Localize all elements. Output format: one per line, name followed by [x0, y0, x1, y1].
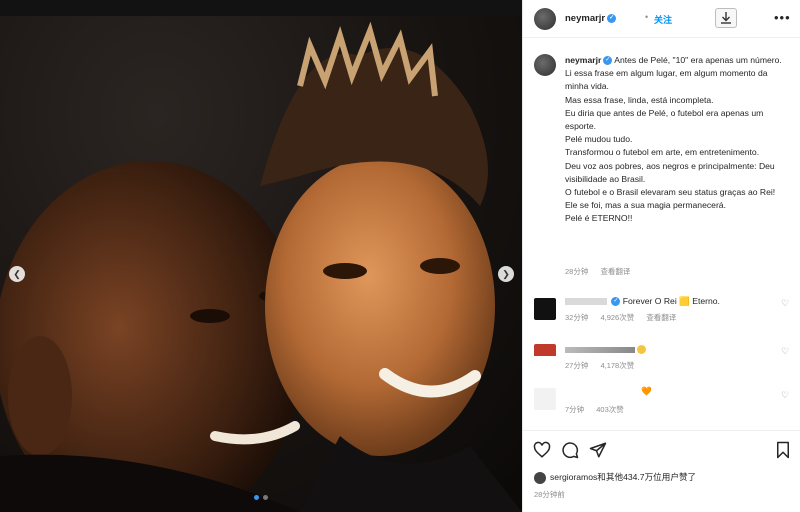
blurred-username [565, 298, 607, 306]
avatar[interactable] [534, 388, 556, 410]
comment-like-icon[interactable]: ♡ [781, 298, 789, 309]
caption-meta: 28分钟 查看翻译 [565, 266, 640, 277]
post-side-panel: neymarjr ✓ • 关注 ••• neymarjr ✓ Antes de Pe… [522, 0, 800, 512]
instagram-post-view: ❮ ❯ neymarjr ✓ • 关注 ••• neymarjr ✓ Antes… [0, 0, 800, 512]
verified-badge-icon: ✓ [603, 56, 613, 66]
comment-meta: 7分钟 403次赞 [565, 404, 634, 415]
translate-link[interactable]: 查看翻译 [646, 313, 676, 322]
comment-likes[interactable]: 403次赞 [596, 405, 624, 414]
like-button[interactable] [533, 441, 551, 461]
avatar[interactable] [534, 8, 556, 30]
username-link[interactable]: neymarjr ✓ [565, 13, 617, 24]
post-photo[interactable]: ❮ ❯ [0, 16, 522, 512]
post-header: neymarjr ✓ • 关注 ••• [523, 0, 800, 38]
download-button[interactable] [715, 8, 737, 28]
action-bar: sergioramos和其他434.7万位用户赞了 28分钟前 [523, 430, 800, 512]
photo-illustration [0, 21, 522, 512]
blurred-username [565, 346, 635, 353]
emoji-icon [637, 345, 647, 355]
comment-body: Forever O Rei 🟨 Eterno. [622, 296, 720, 306]
post-time: 28分钟前 [534, 490, 565, 499]
comment-text [565, 344, 647, 355]
separator: • [645, 12, 649, 22]
comment-text: ✓ Forever O Rei 🟨 Eterno. [565, 296, 720, 307]
translate-link[interactable]: 查看翻译 [600, 267, 630, 276]
previous-image-button[interactable]: ❮ [9, 266, 25, 282]
more-options-button[interactable]: ••• [774, 10, 791, 25]
next-image-button[interactable]: ❯ [498, 266, 514, 282]
likes-summary[interactable]: sergioramos和其他434.7万位用户赞了 [534, 471, 696, 484]
carousel-dot [254, 495, 259, 500]
top-bar [0, 0, 522, 16]
avatar[interactable] [534, 54, 556, 76]
comment-like-icon[interactable]: ♡ [781, 390, 789, 401]
share-button[interactable] [589, 441, 607, 461]
comment-likes[interactable]: 4,178次赞 [600, 361, 634, 370]
comment-meta: 32分钟 4,926次赞 查看翻译 [565, 312, 686, 323]
save-button[interactable] [775, 441, 791, 461]
verified-badge-icon: ✓ [607, 13, 617, 23]
comment-button[interactable] [561, 441, 579, 461]
comment-time: 32分钟 [565, 313, 589, 322]
comment-time: 27分钟 [565, 361, 589, 370]
caption-body: Antes de Pelé, "10" era apenas um número… [565, 55, 782, 224]
comment-text: 🧡 [641, 386, 652, 396]
carousel-indicator [0, 492, 522, 502]
follow-button[interactable]: 关注 [654, 13, 672, 26]
comment-time: 7分钟 [565, 405, 585, 414]
share-icon [589, 442, 607, 458]
comment-icon [562, 442, 579, 459]
comment-meta: 27分钟 4,178次赞 [565, 360, 644, 371]
bookmark-icon [777, 441, 789, 459]
comment-like-icon[interactable]: ♡ [781, 346, 789, 357]
verified-badge-icon: ✓ [611, 297, 621, 307]
comment-likes[interactable]: 4,926次赞 [600, 313, 634, 322]
username-text[interactable]: neymarjr [565, 13, 605, 24]
caption-text: neymarjr ✓ Antes de Pelé, "10" era apenas… [565, 54, 793, 226]
heart-icon [533, 441, 551, 458]
carousel-dot [263, 495, 268, 500]
download-icon [721, 12, 731, 24]
avatar [534, 471, 546, 484]
avatar[interactable] [534, 344, 556, 366]
caption-time: 28分钟 [565, 267, 589, 276]
likes-text[interactable]: sergioramos和其他434.7万位用户赞了 [550, 472, 696, 482]
caption-username[interactable]: neymarjr [565, 55, 601, 65]
avatar[interactable] [534, 298, 556, 320]
